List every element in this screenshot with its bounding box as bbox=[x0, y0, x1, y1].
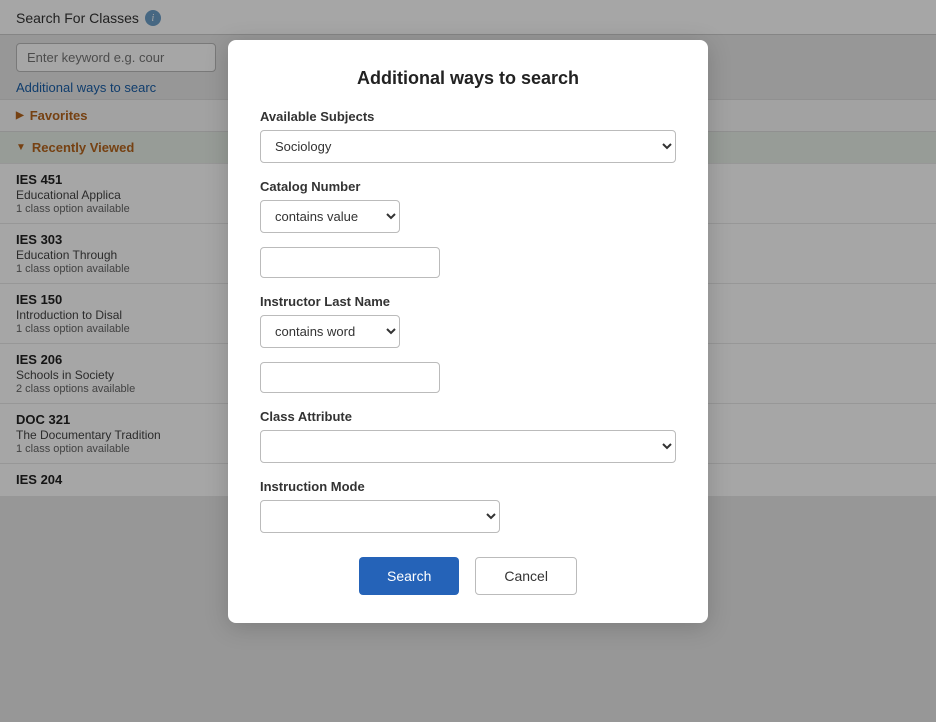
catalog-number-input[interactable] bbox=[260, 247, 440, 278]
instruction-mode-label: Instruction Mode bbox=[260, 479, 676, 494]
instruction-mode-select[interactable]: In Person Online Hybrid bbox=[260, 500, 500, 533]
catalog-number-label: Catalog Number bbox=[260, 179, 676, 194]
class-attribute-select[interactable]: Writing Intensive Service Learning Honor… bbox=[260, 430, 676, 463]
instructor-last-name-group: Instructor Last Name contains word start… bbox=[260, 294, 676, 393]
available-subjects-group: Available Subjects Sociology Anthropolog… bbox=[260, 109, 676, 163]
available-subjects-select[interactable]: Sociology Anthropology Economics English… bbox=[260, 130, 676, 163]
class-attribute-label: Class Attribute bbox=[260, 409, 676, 424]
search-button[interactable]: Search bbox=[359, 557, 459, 595]
cancel-button[interactable]: Cancel bbox=[475, 557, 577, 595]
instruction-mode-group: Instruction Mode In Person Online Hybrid bbox=[260, 479, 676, 533]
class-attribute-group: Class Attribute Writing Intensive Servic… bbox=[260, 409, 676, 463]
additional-search-modal: Additional ways to search Available Subj… bbox=[228, 40, 708, 623]
modal-button-row: Search Cancel bbox=[260, 557, 676, 595]
instructor-filter-select[interactable]: contains word starts with is exactly bbox=[260, 315, 400, 348]
instructor-last-name-input[interactable] bbox=[260, 362, 440, 393]
instructor-last-name-label: Instructor Last Name bbox=[260, 294, 676, 309]
catalog-number-filter-select[interactable]: contains value is exactly greater than l… bbox=[260, 200, 400, 233]
catalog-number-group: Catalog Number contains value is exactly… bbox=[260, 179, 676, 278]
modal-title: Additional ways to search bbox=[260, 68, 676, 89]
modal-overlay: Additional ways to search Available Subj… bbox=[0, 0, 936, 722]
available-subjects-label: Available Subjects bbox=[260, 109, 676, 124]
